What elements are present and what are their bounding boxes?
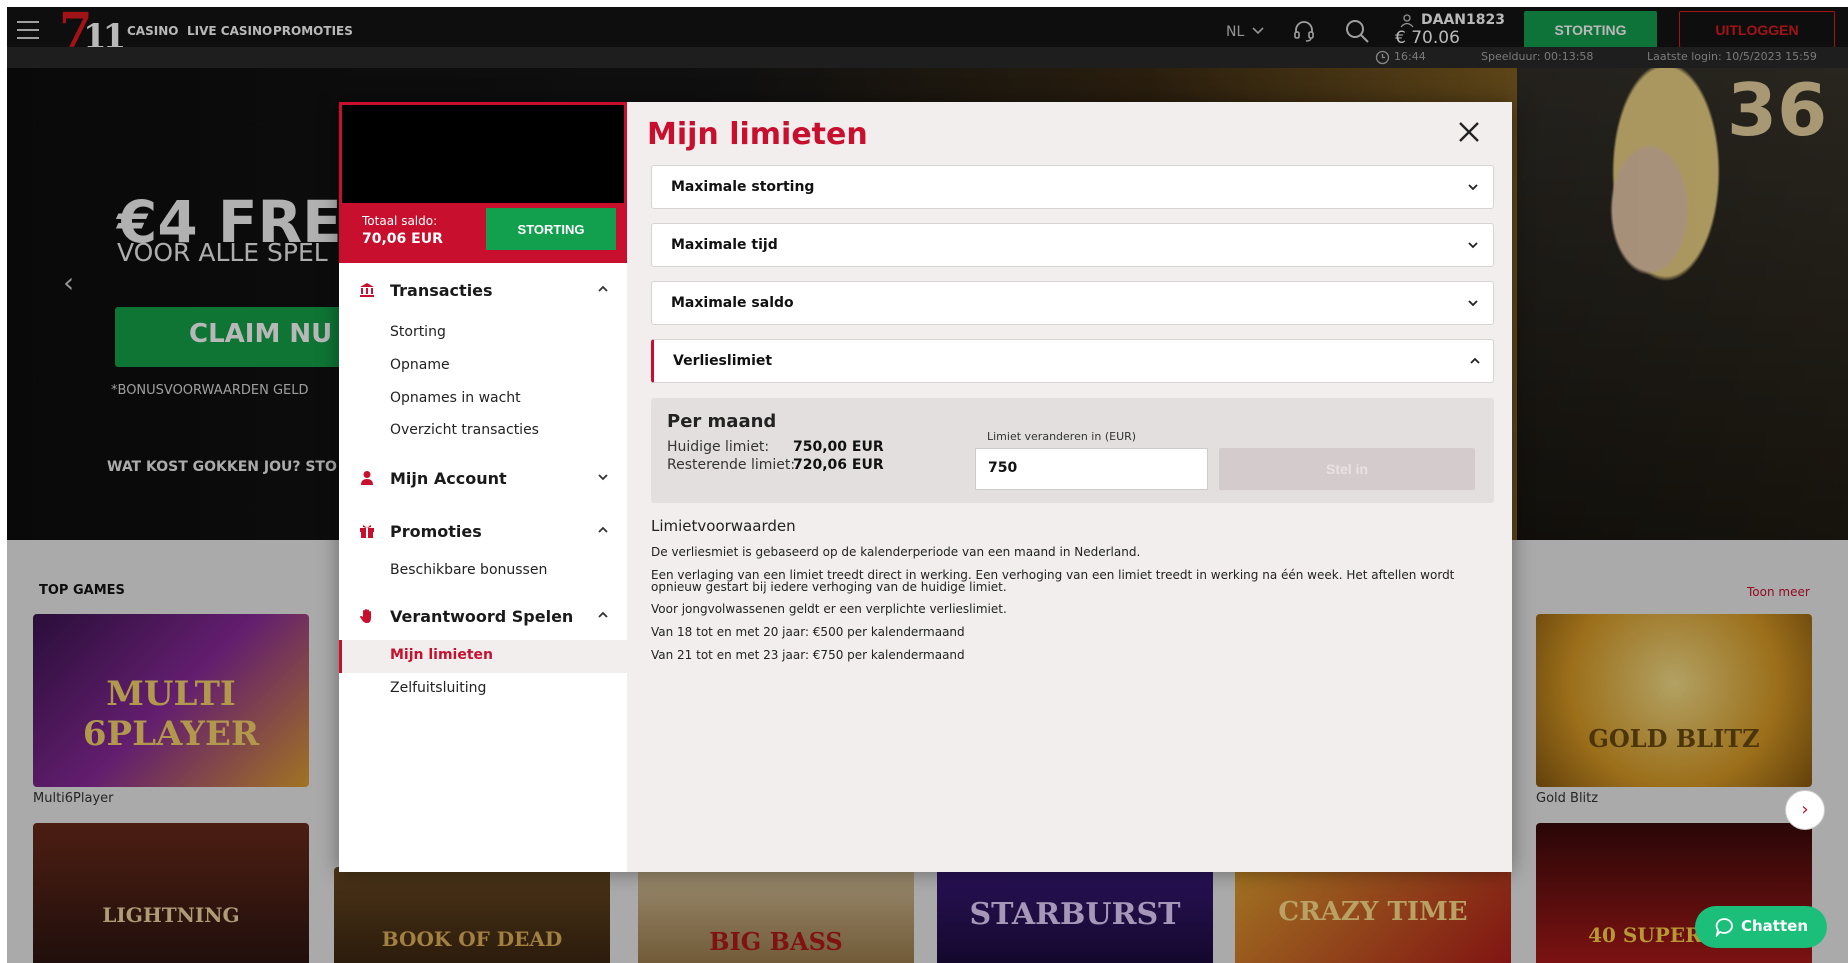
chevron-down-icon <box>1468 300 1478 307</box>
accordion-title: Maximale tijd <box>671 237 778 253</box>
chevron-up-icon <box>1470 357 1480 364</box>
sidebar-item-overzicht-transacties[interactable]: Overzicht transacties <box>390 422 539 438</box>
current-limit-row: Huidige limiet: 750,00 EUR <box>667 439 884 455</box>
sidebar-item-beschikbare-bonussen[interactable]: Beschikbare bonussen <box>390 562 547 578</box>
chevron-up-icon <box>598 611 608 618</box>
hand-stop-icon <box>360 609 371 623</box>
sidebar-item-mijn-limieten[interactable]: Mijn limieten <box>390 647 493 663</box>
conditions-title: Limietvoorwaarden <box>651 517 796 535</box>
sidebar-item-opname[interactable]: Opname <box>390 357 450 373</box>
sidebar-section-mijn-account[interactable]: Mijn Account <box>339 464 627 494</box>
gift-icon <box>360 525 374 538</box>
condition-text: Een verlaging van een limiet treedt dire… <box>651 568 1455 594</box>
chat-button[interactable]: Chatten <box>1695 906 1827 948</box>
sidebar-item-zelfuitsluiting[interactable]: Zelfuitsluiting <box>390 680 486 696</box>
chevron-up-icon <box>598 526 608 533</box>
sidebar-deposit-button[interactable]: STORTING <box>486 208 616 250</box>
total-balance-value: 70,06 EUR <box>362 231 443 247</box>
chevron-down-icon <box>598 474 608 481</box>
section-title: Mijn Account <box>390 469 507 488</box>
limits-panel: Mijn limieten Maximale storting Maximale… <box>627 102 1512 872</box>
total-balance-label: Totaal saldo: <box>362 214 438 228</box>
bank-icon <box>360 283 374 297</box>
condition-text: Van 21 tot en met 23 jaar: €750 per kale… <box>651 648 965 662</box>
account-sidebar: Totaal saldo: 70,06 EUR STORTING Transac… <box>339 102 627 872</box>
period-title: Per maand <box>667 411 777 432</box>
carousel-next-icon[interactable]: › <box>1785 790 1825 830</box>
sidebar-item-opnames-in-wacht[interactable]: Opnames in wacht <box>390 390 521 406</box>
set-limit-button[interactable]: Stel in <box>1219 448 1475 490</box>
remaining-limit-label: Resterende limiet: <box>667 457 796 473</box>
account-modal: Totaal saldo: 70,06 EUR STORTING Transac… <box>339 102 1512 872</box>
remaining-limit-row: Resterende limiet: 720,06 EUR <box>667 457 884 473</box>
accordion-title: Verlieslimiet <box>673 353 773 369</box>
change-limit-label: Limiet veranderen in (EUR) <box>987 430 1137 443</box>
condition-text: Voor jongvolwassenen geldt er een verpli… <box>651 602 1007 616</box>
sidebar-section-transacties[interactable]: Transacties <box>339 276 627 306</box>
accordion-maximale-saldo[interactable]: Maximale saldo <box>651 281 1494 325</box>
remaining-limit-value: 720,06 EUR <box>793 457 884 473</box>
accordion-maximale-tijd[interactable]: Maximale tijd <box>651 223 1494 267</box>
loss-limit-panel: Per maand Huidige limiet: 750,00 EUR Res… <box>651 398 1494 503</box>
chat-bubble-icon <box>1715 918 1733 937</box>
accordion-maximale-storting[interactable]: Maximale storting <box>651 165 1494 209</box>
sidebar-section-verantwoord-spelen[interactable]: Verantwoord Spelen <box>339 602 627 632</box>
user-icon <box>361 471 373 485</box>
condition-text: Van 18 tot en met 20 jaar: €500 per kale… <box>651 625 965 639</box>
section-title: Verantwoord Spelen <box>390 607 574 626</box>
accordion-title: Maximale storting <box>671 179 815 195</box>
current-limit-label: Huidige limiet: <box>667 439 770 455</box>
current-limit-value: 750,00 EUR <box>793 439 884 455</box>
accordion-title: Maximale saldo <box>671 295 794 311</box>
section-title: Promoties <box>390 522 482 541</box>
chat-label: Chatten <box>1741 917 1809 935</box>
sidebar-balance-bar: Totaal saldo: 70,06 EUR STORTING <box>339 203 627 263</box>
change-limit-input[interactable]: 750 <box>975 448 1208 490</box>
close-icon[interactable] <box>1457 120 1481 144</box>
condition-text: De verliesmiet is gebaseerd op de kalend… <box>651 545 1141 559</box>
sidebar-section-promoties[interactable]: Promoties <box>339 517 627 547</box>
accordion-verlieslimiet[interactable]: Verlieslimiet <box>651 339 1494 383</box>
chevron-down-icon <box>1468 184 1478 191</box>
section-title: Transacties <box>390 281 493 300</box>
chevron-down-icon <box>1468 242 1478 249</box>
page-title: Mijn limieten <box>647 117 868 152</box>
chevron-up-icon <box>598 285 608 292</box>
sidebar-item-storting[interactable]: Storting <box>390 324 446 340</box>
